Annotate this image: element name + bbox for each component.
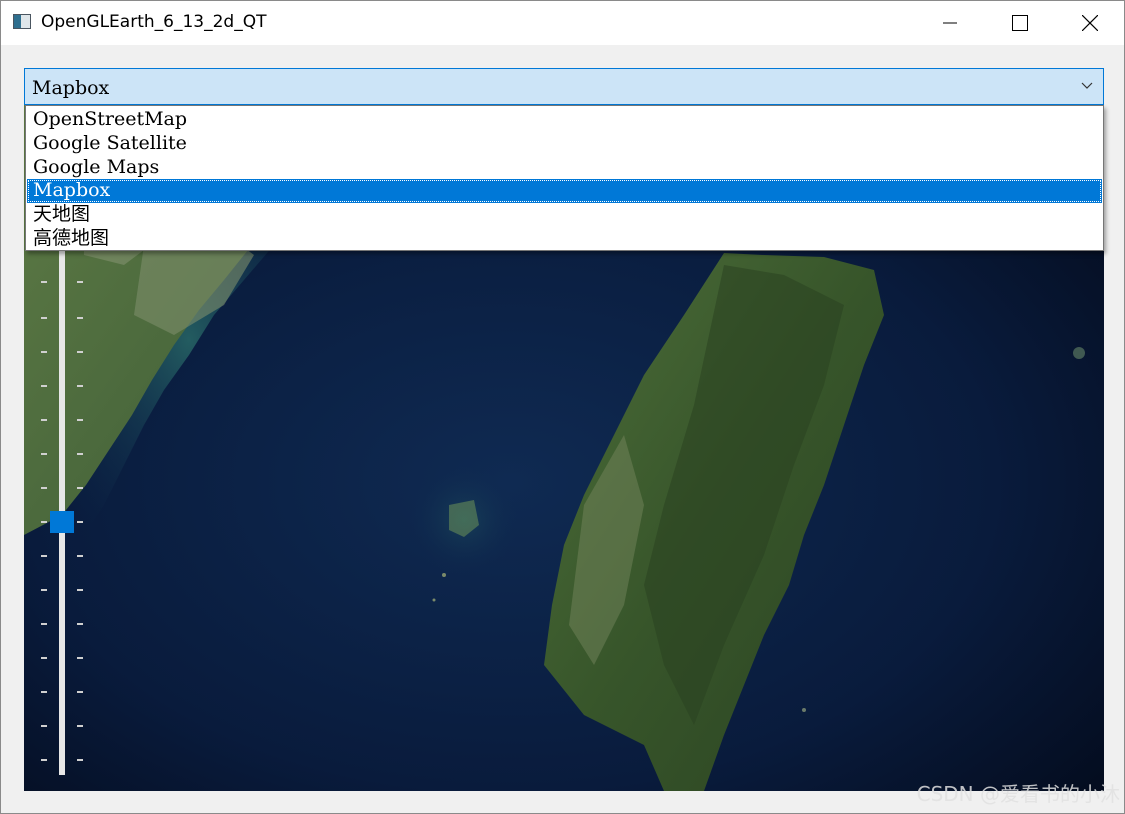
watermark: CSDN @爱看书的小沐: [916, 782, 1120, 806]
slider-tick-mark: [77, 555, 83, 557]
slider-tick-mark: [41, 317, 47, 319]
slider-tick-mark: [41, 555, 47, 557]
minimize-button[interactable]: [915, 1, 985, 45]
combobox-selected-value: Mapbox: [32, 77, 110, 99]
slider-tick-mark: [41, 691, 47, 693]
slider-tick-mark: [77, 453, 83, 455]
slider-tick-mark: [41, 385, 47, 387]
slider-tick-mark: [77, 589, 83, 591]
chevron-down-icon: [1081, 82, 1093, 89]
slider-tick-mark: [77, 521, 83, 523]
window-title: OpenGLEarth_6_13_2d_QT: [41, 12, 267, 32]
slider-tick-mark: [77, 385, 83, 387]
title-bar[interactable]: OpenGLEarth_6_13_2d_QT: [1, 1, 1124, 45]
app-window: OpenGLEarth_6_13_2d_QT Mapbox OpenStreet…: [0, 0, 1125, 814]
slider-tick-mark: [77, 419, 83, 421]
slider-tick-mark: [77, 691, 83, 693]
maximize-icon: [1012, 15, 1028, 31]
slider-tick-mark: [41, 657, 47, 659]
slider-tick-mark: [41, 453, 47, 455]
slider-tick-mark: [77, 487, 83, 489]
slider-tick-mark: [77, 623, 83, 625]
app-window-icon: [13, 14, 31, 29]
maximize-button[interactable]: [985, 1, 1055, 45]
slider-tick-mark: [77, 759, 83, 761]
dropdown-option-gaode[interactable]: 高德地图: [27, 227, 1102, 251]
slider-tick-mark: [41, 351, 47, 353]
zoom-slider-handle[interactable]: [50, 511, 74, 533]
map-source-combobox[interactable]: Mapbox: [24, 68, 1104, 105]
dropdown-option-google-satellite[interactable]: Google Satellite: [27, 132, 1102, 156]
slider-tick-mark: [41, 487, 47, 489]
dropdown-option-openstreetmap[interactable]: OpenStreetMap: [27, 108, 1102, 132]
dropdown-option-mapbox[interactable]: Mapbox: [27, 179, 1102, 203]
slider-tick-mark: [41, 281, 47, 283]
slider-tick-mark: [77, 317, 83, 319]
close-icon: [1082, 15, 1098, 31]
slider-tick-mark: [77, 351, 83, 353]
slider-tick-mark: [41, 521, 47, 523]
slider-tick-mark: [77, 281, 83, 283]
slider-tick-mark: [41, 419, 47, 421]
dropdown-option-tianditu[interactable]: 天地图: [27, 203, 1102, 227]
slider-tick-mark: [41, 589, 47, 591]
close-button[interactable]: [1055, 1, 1125, 45]
slider-tick-mark: [77, 725, 83, 727]
slider-tick-mark: [41, 623, 47, 625]
slider-tick-mark: [41, 725, 47, 727]
slider-tick-mark: [77, 657, 83, 659]
map-source-dropdown: OpenStreetMap Google Satellite Google Ma…: [25, 105, 1104, 251]
dropdown-option-google-maps[interactable]: Google Maps: [27, 156, 1102, 180]
slider-tick-mark: [41, 759, 47, 761]
minimize-icon: [943, 22, 957, 24]
